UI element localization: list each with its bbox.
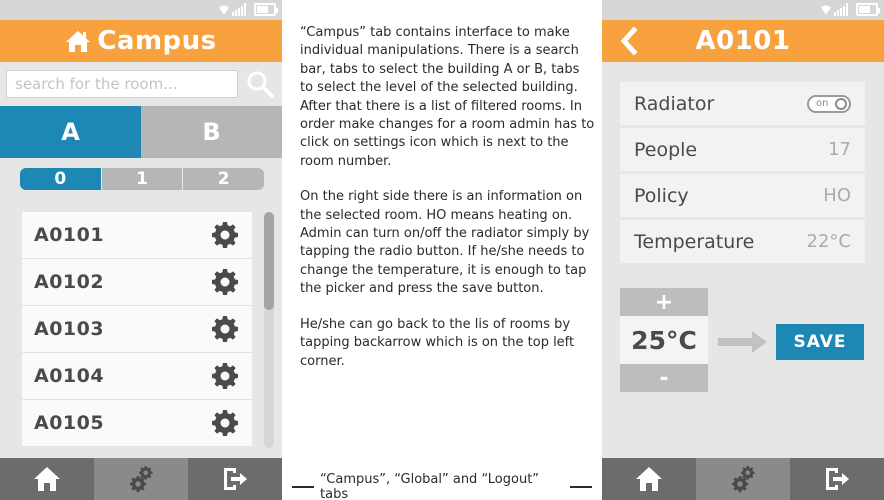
room-list: A0101 A0102 A0103 A0104 A0105: [22, 212, 252, 447]
room-number: A0104: [34, 365, 105, 387]
gear-icon[interactable]: [212, 410, 238, 436]
list-item[interactable]: A0104: [22, 353, 252, 400]
room-details: Radiator on People 17 Policy HO Temperat…: [620, 82, 865, 266]
room-number: A0105: [34, 412, 105, 434]
list-item[interactable]: A0102: [22, 259, 252, 306]
page-title: A0101: [695, 26, 791, 56]
caption-dash: [570, 486, 592, 488]
detail-row-radiator: Radiator on: [620, 82, 865, 128]
gear-icon[interactable]: [212, 269, 238, 295]
title-bar: A0101: [602, 20, 884, 62]
nav-global-tab[interactable]: [696, 458, 790, 500]
room-number: A0102: [34, 271, 105, 293]
description-paragraph: On the right side there is an informatio…: [300, 189, 590, 297]
caption-text: “Campus”, “Global” and “Logout” tabs: [320, 472, 540, 500]
temperature-picker[interactable]: + 25°C -: [620, 288, 708, 392]
detail-row-temperature: Temperature 22°C: [620, 220, 865, 266]
tab-level-0[interactable]: 0: [20, 168, 101, 190]
room-number: A0103: [34, 318, 105, 340]
nav-global-tab[interactable]: [94, 458, 188, 500]
tabs-caption: “Campus”, “Global” and “Logout” tabs: [286, 472, 598, 500]
bottom-nav: [0, 458, 282, 500]
nav-logout-tab[interactable]: [188, 458, 282, 500]
wifi-icon: [219, 5, 229, 15]
detail-value: 22°C: [806, 231, 851, 252]
gear-icon[interactable]: [212, 363, 238, 389]
page-title: Campus: [97, 26, 217, 56]
detail-row-policy: Policy HO: [620, 174, 865, 220]
decrease-button[interactable]: -: [620, 364, 708, 392]
wifi-icon: [821, 5, 831, 15]
tab-building-b[interactable]: B: [141, 106, 282, 158]
radiator-toggle[interactable]: on: [807, 94, 851, 113]
status-bar: [602, 0, 884, 20]
scrollbar-thumb[interactable]: [264, 212, 274, 310]
list-item[interactable]: A0103: [22, 306, 252, 353]
status-bar: [0, 0, 282, 20]
increase-button[interactable]: +: [620, 288, 708, 316]
search-input[interactable]: [6, 70, 238, 98]
home-icon: [636, 467, 662, 491]
detail-row-people: People 17: [620, 128, 865, 174]
detail-value: HO: [823, 185, 851, 206]
logout-icon: [224, 468, 247, 490]
toggle-knob: [835, 97, 847, 110]
campus-screen: Campus A B 0 1 2 A0101 A0102 A0103 A0104: [0, 0, 282, 500]
list-item[interactable]: A0101: [22, 212, 252, 259]
detail-label: Temperature: [634, 230, 755, 253]
battery-icon: [254, 3, 278, 16]
tab-building-a[interactable]: A: [0, 106, 141, 158]
home-icon: [66, 31, 91, 52]
scrollbar[interactable]: [264, 212, 274, 448]
save-button[interactable]: SAVE: [776, 324, 864, 360]
nav-campus-tab[interactable]: [602, 458, 696, 500]
arrow-right-icon: [718, 331, 767, 353]
search-icon[interactable]: [246, 70, 274, 98]
search-bar: [0, 62, 282, 106]
level-tabs: 0 1 2: [20, 168, 264, 190]
toggle-state-label: on: [816, 98, 829, 109]
nav-campus-tab[interactable]: [0, 458, 94, 500]
back-arrow-icon[interactable]: [618, 26, 640, 56]
detail-label: People: [634, 138, 698, 161]
description-paragraph: He/she can go back to the lis of rooms b…: [300, 316, 575, 369]
signal-icon: [834, 3, 848, 16]
gear-icon[interactable]: [212, 222, 238, 248]
bottom-nav: [602, 458, 884, 500]
signal-icon: [232, 3, 246, 16]
description-paragraph: “Campus” tab contains interface to make …: [300, 25, 595, 169]
battery-icon: [856, 3, 880, 16]
tab-level-1[interactable]: 1: [100, 168, 183, 190]
gears-icon: [130, 466, 153, 493]
detail-value: 17: [828, 139, 851, 160]
picker-value[interactable]: 25°C: [620, 316, 708, 364]
detail-label: Policy: [634, 184, 689, 207]
nav-logout-tab[interactable]: [790, 458, 884, 500]
home-icon: [34, 467, 60, 491]
description-text: “Campus” tab contains interface to make …: [300, 24, 596, 388]
gear-icon[interactable]: [212, 316, 238, 342]
caption-dash: [292, 486, 314, 488]
list-item[interactable]: A0105: [22, 400, 252, 447]
room-number: A0101: [34, 224, 105, 246]
logout-icon: [826, 468, 849, 490]
tab-level-2[interactable]: 2: [182, 168, 264, 190]
room-detail-screen: A0101 Radiator on People 17 Policy HO Te…: [602, 0, 884, 500]
detail-label: Radiator: [634, 92, 715, 115]
gears-icon: [732, 466, 755, 493]
building-tabs: A B: [0, 106, 282, 158]
title-bar: Campus: [0, 20, 282, 62]
